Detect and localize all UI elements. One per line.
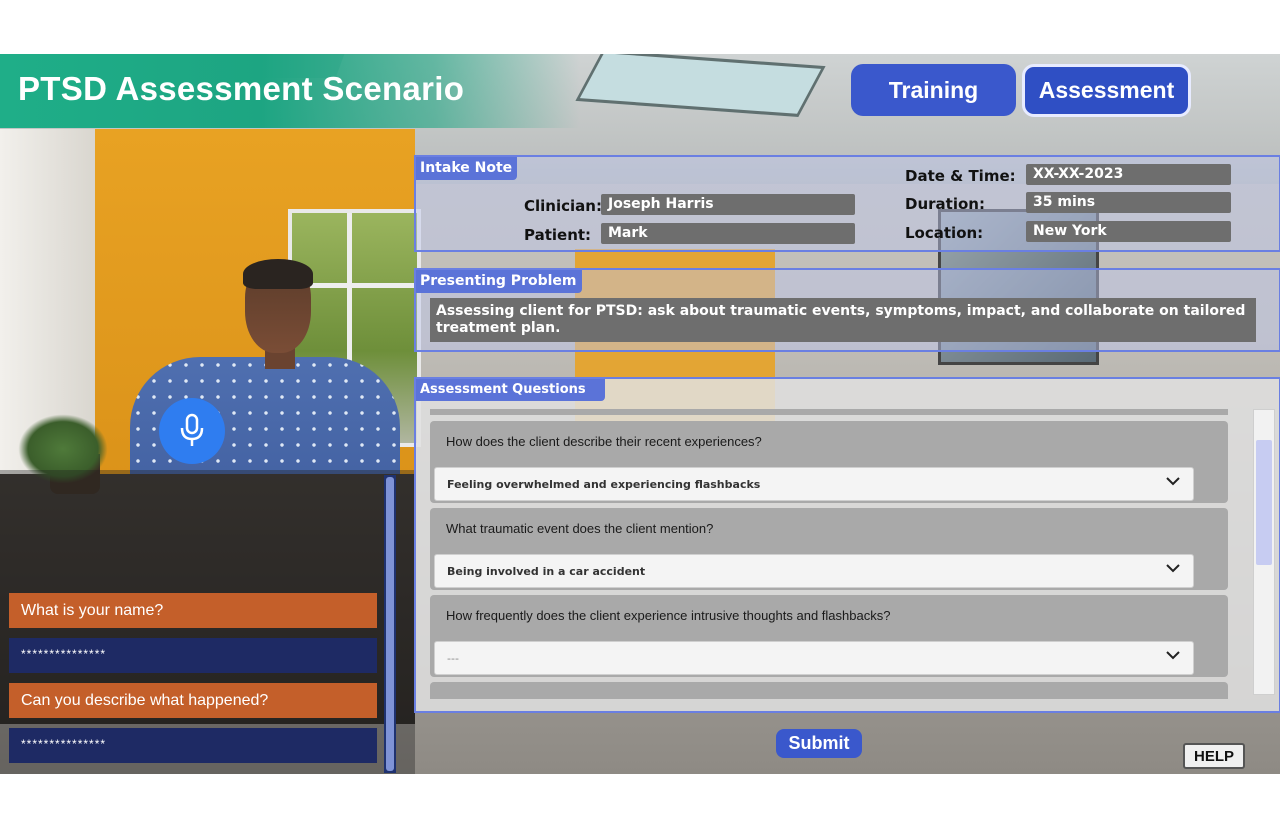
question-list[interactable]: How does the client describe their recen… bbox=[426, 409, 1231, 699]
presenting-problem-label: Presenting Problem bbox=[416, 270, 582, 293]
answer-dropdown[interactable]: Feeling overwhelmed and experiencing fla… bbox=[434, 467, 1194, 501]
question-text: How does the client describe their recen… bbox=[446, 434, 762, 449]
help-button[interactable]: HELP bbox=[1183, 743, 1245, 769]
chat-scrollbar[interactable] bbox=[384, 475, 396, 773]
presenting-problem-panel: Presenting Problem Assessing client for … bbox=[414, 268, 1280, 352]
chat-scrollbar-thumb[interactable] bbox=[386, 477, 394, 771]
question-item-partial bbox=[430, 682, 1228, 699]
duration-field: 35 mins bbox=[1026, 192, 1231, 213]
answer-value: Being involved in a car accident bbox=[447, 565, 646, 578]
page-title: PTSD Assessment Scenario bbox=[18, 70, 465, 107]
chat-message-patient: *************** bbox=[9, 638, 377, 673]
intake-note-label: Intake Note bbox=[416, 157, 518, 180]
clinician-label: Clinician: bbox=[524, 197, 602, 215]
questions-scrollbar[interactable] bbox=[1253, 409, 1275, 695]
chat-message-patient: *************** bbox=[9, 728, 377, 763]
question-item: How does the client describe their recen… bbox=[430, 421, 1228, 503]
clinician-field: Joseph Harris bbox=[601, 194, 855, 215]
question-item: How frequently does the client experienc… bbox=[430, 595, 1228, 677]
scrollbar-thumb[interactable] bbox=[1256, 440, 1272, 565]
answer-value: Feeling overwhelmed and experiencing fla… bbox=[447, 478, 761, 491]
answer-dropdown[interactable]: Being involved in a car accident bbox=[434, 554, 1194, 588]
chat-message-clinician[interactable]: What is your name? bbox=[9, 593, 377, 628]
assessment-questions-panel: Assessment Questions How does the client… bbox=[414, 377, 1280, 713]
date-time-field: XX-XX-2023 bbox=[1026, 164, 1231, 185]
microphone-button[interactable] bbox=[159, 398, 225, 464]
tab-assessment[interactable]: Assessment bbox=[1022, 64, 1191, 117]
intake-note-panel: Intake Note Clinician: Joseph Harris Pat… bbox=[414, 155, 1280, 252]
chat-message-clinician[interactable]: Can you describe what happened? bbox=[9, 683, 377, 718]
location-label: Location: bbox=[905, 224, 984, 242]
presenting-problem-text: Assessing client for PTSD: ask about tra… bbox=[430, 298, 1256, 342]
patient-field: Mark bbox=[601, 223, 855, 244]
question-text: What traumatic event does the client men… bbox=[446, 521, 714, 536]
answer-value: --- bbox=[447, 652, 459, 665]
chevron-down-icon bbox=[1165, 647, 1181, 668]
tab-training[interactable]: Training bbox=[851, 64, 1016, 116]
avatar-hair bbox=[243, 259, 313, 289]
chevron-down-icon bbox=[1165, 560, 1181, 581]
assessment-questions-label: Assessment Questions bbox=[416, 379, 605, 401]
duration-label: Duration: bbox=[905, 195, 985, 213]
chevron-down-icon bbox=[1165, 473, 1181, 494]
question-item-partial bbox=[430, 409, 1228, 415]
patient-label: Patient: bbox=[524, 226, 592, 244]
date-time-label: Date & Time: bbox=[905, 167, 1016, 185]
location-field: New York bbox=[1026, 221, 1231, 242]
question-item: What traumatic event does the client men… bbox=[430, 508, 1228, 590]
answer-dropdown[interactable]: --- bbox=[434, 641, 1194, 675]
question-text: How frequently does the client experienc… bbox=[446, 608, 891, 623]
microphone-icon bbox=[180, 413, 204, 446]
submit-button[interactable]: Submit bbox=[776, 729, 862, 758]
